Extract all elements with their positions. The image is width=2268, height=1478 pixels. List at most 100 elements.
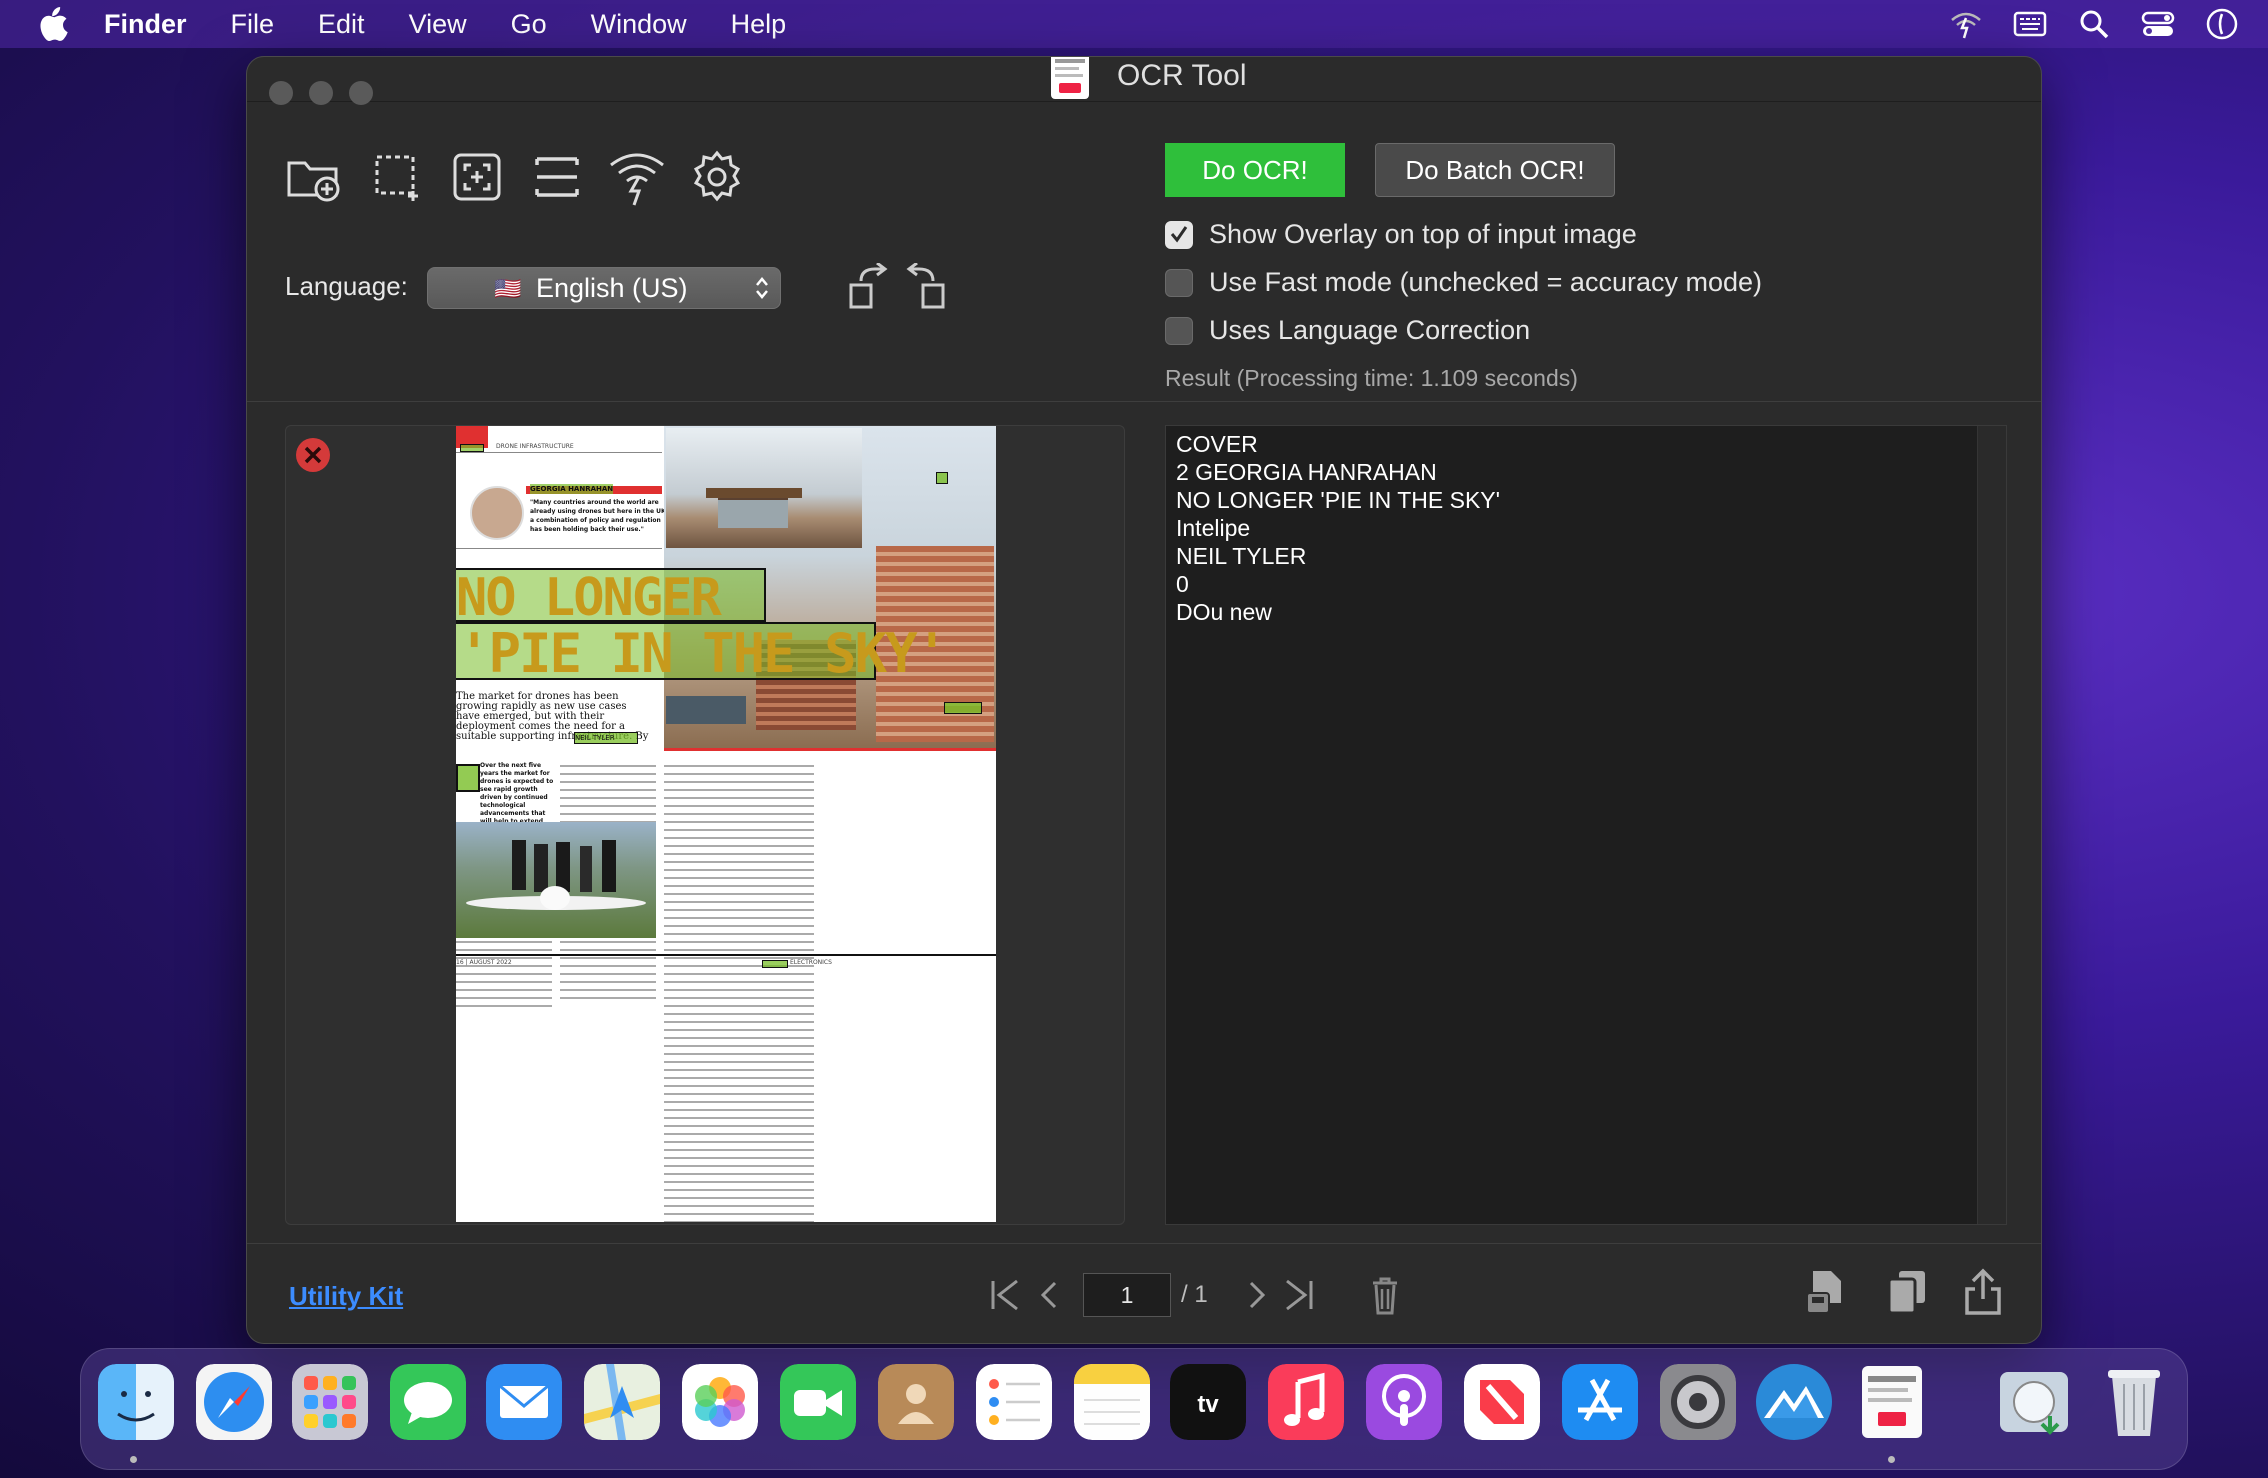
divider xyxy=(247,401,2041,402)
close-window-button[interactable] xyxy=(269,81,293,105)
facetime-icon[interactable] xyxy=(780,1364,856,1440)
select-region-icon[interactable] xyxy=(367,147,427,207)
rotate-right-icon[interactable] xyxy=(903,263,947,311)
running-indicator xyxy=(1888,1456,1895,1463)
utility-kit-link[interactable]: Utility Kit xyxy=(289,1281,403,1312)
zoom-window-button[interactable] xyxy=(349,81,373,105)
wireless-charge-icon[interactable] xyxy=(607,147,667,207)
ocr-app-icon xyxy=(1051,57,1089,99)
open-folder-icon[interactable] xyxy=(283,147,343,207)
page-total: / 1 xyxy=(1181,1281,1208,1308)
checkmark-icon xyxy=(1170,225,1188,242)
apple-tv-icon[interactable]: tv xyxy=(1170,1364,1246,1440)
show-overlay-label: Show Overlay on top of input image xyxy=(1209,219,1637,249)
title-bar: OCR Tool xyxy=(247,57,2041,105)
language-correction-label: Uses Language Correction xyxy=(1209,315,1531,345)
do-ocr-button[interactable]: Do OCR! xyxy=(1165,143,1345,197)
chevron-updown-icon xyxy=(756,277,768,299)
language-correction-checkbox[interactable] xyxy=(1165,316,1193,345)
fast-mode-label: Use Fast mode (unchecked = accuracy mode… xyxy=(1209,267,1762,297)
trash-icon[interactable] xyxy=(1367,1275,1403,1315)
keyboard-input-icon[interactable] xyxy=(2012,6,2048,42)
tv-label: tv xyxy=(1197,1391,1219,1418)
minimize-window-button[interactable] xyxy=(309,81,333,105)
byline: NEIL TYLER xyxy=(574,732,638,744)
ocr-result-pane[interactable]: COVER 2 GEORGIA HANRAHAN NO LONGER 'PIE … xyxy=(1165,425,2007,1225)
headline-line-1: NO LONGER xyxy=(456,568,722,628)
do-batch-ocr-button[interactable]: Do Batch OCR! xyxy=(1375,143,1615,197)
us-flag-icon: 🇺🇸 xyxy=(494,276,522,301)
music-icon[interactable] xyxy=(1268,1364,1344,1440)
apple-logo-icon[interactable] xyxy=(38,7,68,41)
trash-dock-icon[interactable] xyxy=(2096,1364,2172,1440)
messages-icon[interactable] xyxy=(390,1364,466,1440)
input-image-pane[interactable]: DRONE INFRASTRUCTURE GEORGIA HANRAHAN "M… xyxy=(285,425,1125,1225)
window-title: OCR Tool xyxy=(1117,59,1247,92)
remove-image-icon[interactable] xyxy=(294,436,332,474)
siri-clock-icon[interactable] xyxy=(2204,6,2240,42)
page-footer-left: 16 | AUGUST 2022 xyxy=(456,959,512,966)
menu-window[interactable]: Window xyxy=(591,9,687,40)
fast-mode-checkbox[interactable] xyxy=(1165,268,1193,297)
control-center-icon[interactable] xyxy=(2140,6,2176,42)
news-icon[interactable] xyxy=(1464,1364,1540,1440)
quote-name: GEORGIA HANRAHAN xyxy=(530,484,614,494)
macos-installer-icon[interactable] xyxy=(1996,1364,2072,1440)
launchpad-icon[interactable] xyxy=(292,1364,368,1440)
spotlight-search-icon[interactable] xyxy=(2076,6,2112,42)
capture-screen-icon[interactable] xyxy=(447,147,507,207)
language-select[interactable]: 🇺🇸 English (US) xyxy=(427,267,781,309)
contacts-icon[interactable] xyxy=(878,1364,954,1440)
podcasts-icon[interactable] xyxy=(1366,1364,1442,1440)
overlay-box xyxy=(460,444,484,452)
author-photo xyxy=(470,486,524,540)
notes-icon[interactable] xyxy=(1074,1364,1150,1440)
app-store-icon[interactable] xyxy=(1562,1364,1638,1440)
fast-mode-option[interactable]: Use Fast mode (unchecked = accuracy mode… xyxy=(1165,267,1762,298)
page-number-input[interactable]: 1 xyxy=(1083,1273,1171,1317)
menu-app-name[interactable]: Finder xyxy=(104,9,187,40)
safari-icon[interactable] xyxy=(196,1364,272,1440)
overlay-box xyxy=(936,472,948,484)
photos-icon[interactable] xyxy=(682,1364,758,1440)
previous-page-icon[interactable] xyxy=(1031,1275,1067,1315)
show-overlay-checkbox[interactable] xyxy=(1165,220,1193,249)
share-icon[interactable] xyxy=(1961,1267,2005,1317)
system-settings-icon[interactable] xyxy=(1660,1364,1736,1440)
result-label: Result (Processing time: 1.109 seconds) xyxy=(1165,365,1578,391)
rotate-left-icon[interactable] xyxy=(847,263,891,311)
last-page-icon[interactable] xyxy=(1281,1275,1317,1315)
ocr-tool-window: OCR Tool Language: 🇺🇸 English (US) Do OC… xyxy=(246,56,2042,1344)
result-scrollbar[interactable] xyxy=(1977,426,2006,1224)
menu-edit[interactable]: Edit xyxy=(318,9,365,40)
save-document-icon[interactable] xyxy=(1803,1267,1847,1317)
reminders-icon[interactable] xyxy=(976,1364,1052,1440)
running-indicator xyxy=(130,1456,137,1463)
menu-bar: Finder File Edit View Go Window Help xyxy=(0,0,2268,48)
overlay-box xyxy=(944,702,982,714)
mail-icon[interactable] xyxy=(486,1364,562,1440)
page-footer-right: ELECTRONICS xyxy=(790,959,832,966)
first-page-icon[interactable] xyxy=(987,1275,1023,1315)
next-page-icon[interactable] xyxy=(1239,1275,1275,1315)
ocr-tool-dock-icon[interactable] xyxy=(1854,1364,1930,1440)
maps-icon[interactable] xyxy=(584,1364,660,1440)
scan-lines-icon[interactable] xyxy=(527,147,587,207)
wifi-status-icon[interactable] xyxy=(1948,6,1984,42)
ocr-result-text[interactable]: COVER 2 GEORGIA HANRAHAN NO LONGER 'PIE … xyxy=(1176,430,1500,626)
magazine-page-image: DRONE INFRASTRUCTURE GEORGIA HANRAHAN "M… xyxy=(456,426,996,1222)
menu-view[interactable]: View xyxy=(409,9,467,40)
language-correction-option[interactable]: Uses Language Correction xyxy=(1165,315,1530,346)
language-value: English (US) xyxy=(536,272,688,303)
drop-cap-overlay xyxy=(456,764,480,792)
language-label: Language: xyxy=(285,271,408,301)
settings-gear-icon[interactable] xyxy=(687,147,747,207)
show-overlay-option[interactable]: Show Overlay on top of input image xyxy=(1165,219,1637,250)
menu-go[interactable]: Go xyxy=(511,9,547,40)
monterey-installer-icon[interactable] xyxy=(1756,1364,1832,1440)
menu-help[interactable]: Help xyxy=(731,9,787,40)
menu-file[interactable]: File xyxy=(231,9,275,40)
section-label: DRONE INFRASTRUCTURE xyxy=(496,443,574,450)
finder-icon[interactable] xyxy=(98,1364,174,1440)
copy-icon[interactable] xyxy=(1885,1267,1929,1317)
